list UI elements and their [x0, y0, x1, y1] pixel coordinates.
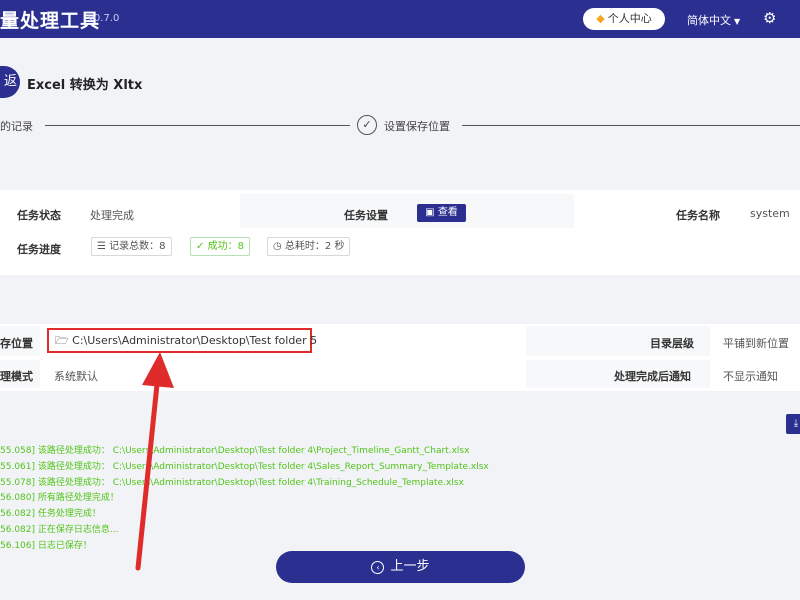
save-info-panel: 存位置 🗁 C:\Users\Administrator\Desktop\Tes…	[0, 324, 800, 391]
record-total-chip: ☰ 记录总数：8	[91, 237, 172, 256]
view-settings-button[interactable]: ▣ 查看	[417, 204, 466, 222]
app-title: 量处理工具	[0, 10, 101, 32]
save-path-value: C:\Users\Administrator\Desktop\Test fold…	[72, 334, 318, 347]
task-info-panel: 任务状态 处理完成 任务设置 ▣ 查看 任务名称 system 任务进度 ☰ 记…	[0, 190, 800, 275]
gear-icon[interactable]: ⚙	[763, 9, 776, 27]
title-bar: 量处理工具 v0.7.0 ◆ 个人中心 简体中文 ▼ ⚙	[0, 0, 800, 38]
step-connector	[462, 125, 800, 126]
diamond-icon: ◆	[596, 12, 605, 25]
save-path-field[interactable]: 🗁 C:\Users\Administrator\Desktop\Test fo…	[47, 328, 317, 353]
folder-icon: 🗁	[55, 334, 69, 347]
task-name-value: system	[750, 207, 790, 220]
log-line: 56.080] 所有路径处理完成！	[0, 493, 119, 504]
step-2-label: 设置保存位置	[384, 120, 450, 133]
back-button[interactable]: 返	[0, 66, 20, 98]
list-icon: ☰	[97, 241, 106, 252]
step-1-label: 的记录	[0, 120, 33, 133]
user-center-label: 个人中心	[607, 12, 652, 25]
user-center-button[interactable]: ◆ 个人中心	[583, 8, 665, 30]
download-icon[interactable]: ⤓	[786, 414, 800, 434]
previous-step-label: 上一步	[390, 559, 430, 574]
page-title: Excel 转换为 Xltx	[27, 78, 143, 93]
save-location-label: 存位置	[0, 337, 33, 350]
task-name-label: 任务名称	[676, 209, 720, 222]
log-line: 56.082] 正在保存日志信息...	[0, 524, 119, 535]
task-status-label: 任务状态	[17, 209, 61, 222]
task-progress-label: 任务进度	[17, 243, 61, 256]
task-settings-label: 任务设置	[344, 209, 388, 222]
log-line: 55.058] 该路径处理成功： C:\Users\Administrator\…	[0, 446, 470, 456]
dir-level-label: 目录层级	[650, 337, 694, 350]
chevron-left-icon: ‹	[371, 561, 385, 574]
log-line: 55.078] 该路径处理成功： C:\Users\Administrator\…	[0, 477, 464, 488]
previous-step-button[interactable]: ‹ 上一步	[276, 551, 525, 583]
step-connector	[45, 125, 350, 126]
notify-label: 处理完成后通知	[614, 370, 691, 383]
log-output: 55.058] 该路径处理成功： C:\Users\Administrator\…	[0, 444, 800, 555]
check-icon: ✓	[357, 115, 377, 135]
language-label: 简体中文	[687, 14, 731, 27]
cell-background	[240, 194, 574, 228]
process-mode-value: 系统默认	[54, 370, 98, 383]
success-chip: ✓ 成功：8	[190, 237, 250, 256]
chevron-down-icon: ▼	[734, 17, 741, 26]
check-circle-icon: ✓	[196, 241, 205, 252]
dir-level-value: 平铺到新位置	[723, 337, 789, 350]
task-status-value: 处理完成	[90, 209, 134, 222]
step-indicator: 的记录 ✓ 设置保存位置	[0, 112, 800, 156]
log-line: 56.082] 任务处理完成！	[0, 509, 101, 520]
view-icon: ▣	[425, 207, 435, 218]
elapsed-chip: ◷ 总耗时：2 秒	[267, 237, 351, 256]
app-version: v0.7.0	[88, 13, 120, 24]
clock-icon: ◷	[273, 241, 282, 252]
notify-value: 不显示通知	[723, 370, 778, 383]
process-mode-label: 理模式	[0, 370, 33, 383]
language-selector[interactable]: 简体中文 ▼	[687, 12, 740, 28]
log-line: 55.061] 该路径处理成功： C:\Users\Administrator\…	[0, 461, 489, 472]
